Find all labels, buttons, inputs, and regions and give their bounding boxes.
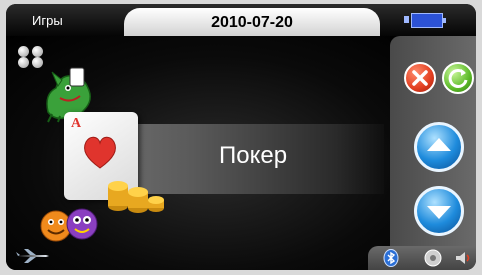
card-rank: A: [71, 116, 82, 131]
top-bar: Игры 2010-07-20: [6, 4, 476, 38]
coins-icon: [108, 181, 164, 213]
date-text: 2010-07-20: [211, 14, 293, 31]
game-label: Покер: [219, 142, 288, 169]
status-strip: [368, 246, 476, 270]
close-glyph: [412, 70, 428, 86]
plane-icon[interactable]: [16, 248, 50, 264]
battery-icon: [411, 13, 446, 28]
refresh-glyph: [448, 68, 468, 88]
arrow-up-glyph: [427, 138, 451, 151]
close-icon[interactable]: [404, 62, 436, 94]
arrow-down-icon[interactable]: [414, 186, 464, 236]
arrow-up-icon[interactable]: [414, 122, 464, 172]
screen-frame: Игры 2010-07-20 Покер A: [6, 4, 476, 270]
bluetooth-icon[interactable]: [382, 249, 400, 267]
date-tab: 2010-07-20: [124, 8, 380, 38]
arrow-down-glyph: [427, 206, 451, 219]
battery-tip: [404, 16, 409, 23]
app-title: Игры: [32, 13, 63, 28]
device-screen: Игры 2010-07-20 Покер A: [0, 0, 482, 275]
game-list-area[interactable]: Покер A: [6, 36, 390, 270]
refresh-icon[interactable]: [442, 62, 474, 94]
heart-icon: [84, 136, 116, 169]
media-icon[interactable]: [424, 249, 442, 267]
smileys-icon[interactable]: [38, 204, 100, 244]
right-control-panel: [390, 36, 476, 246]
speaker-icon[interactable]: [454, 249, 472, 267]
